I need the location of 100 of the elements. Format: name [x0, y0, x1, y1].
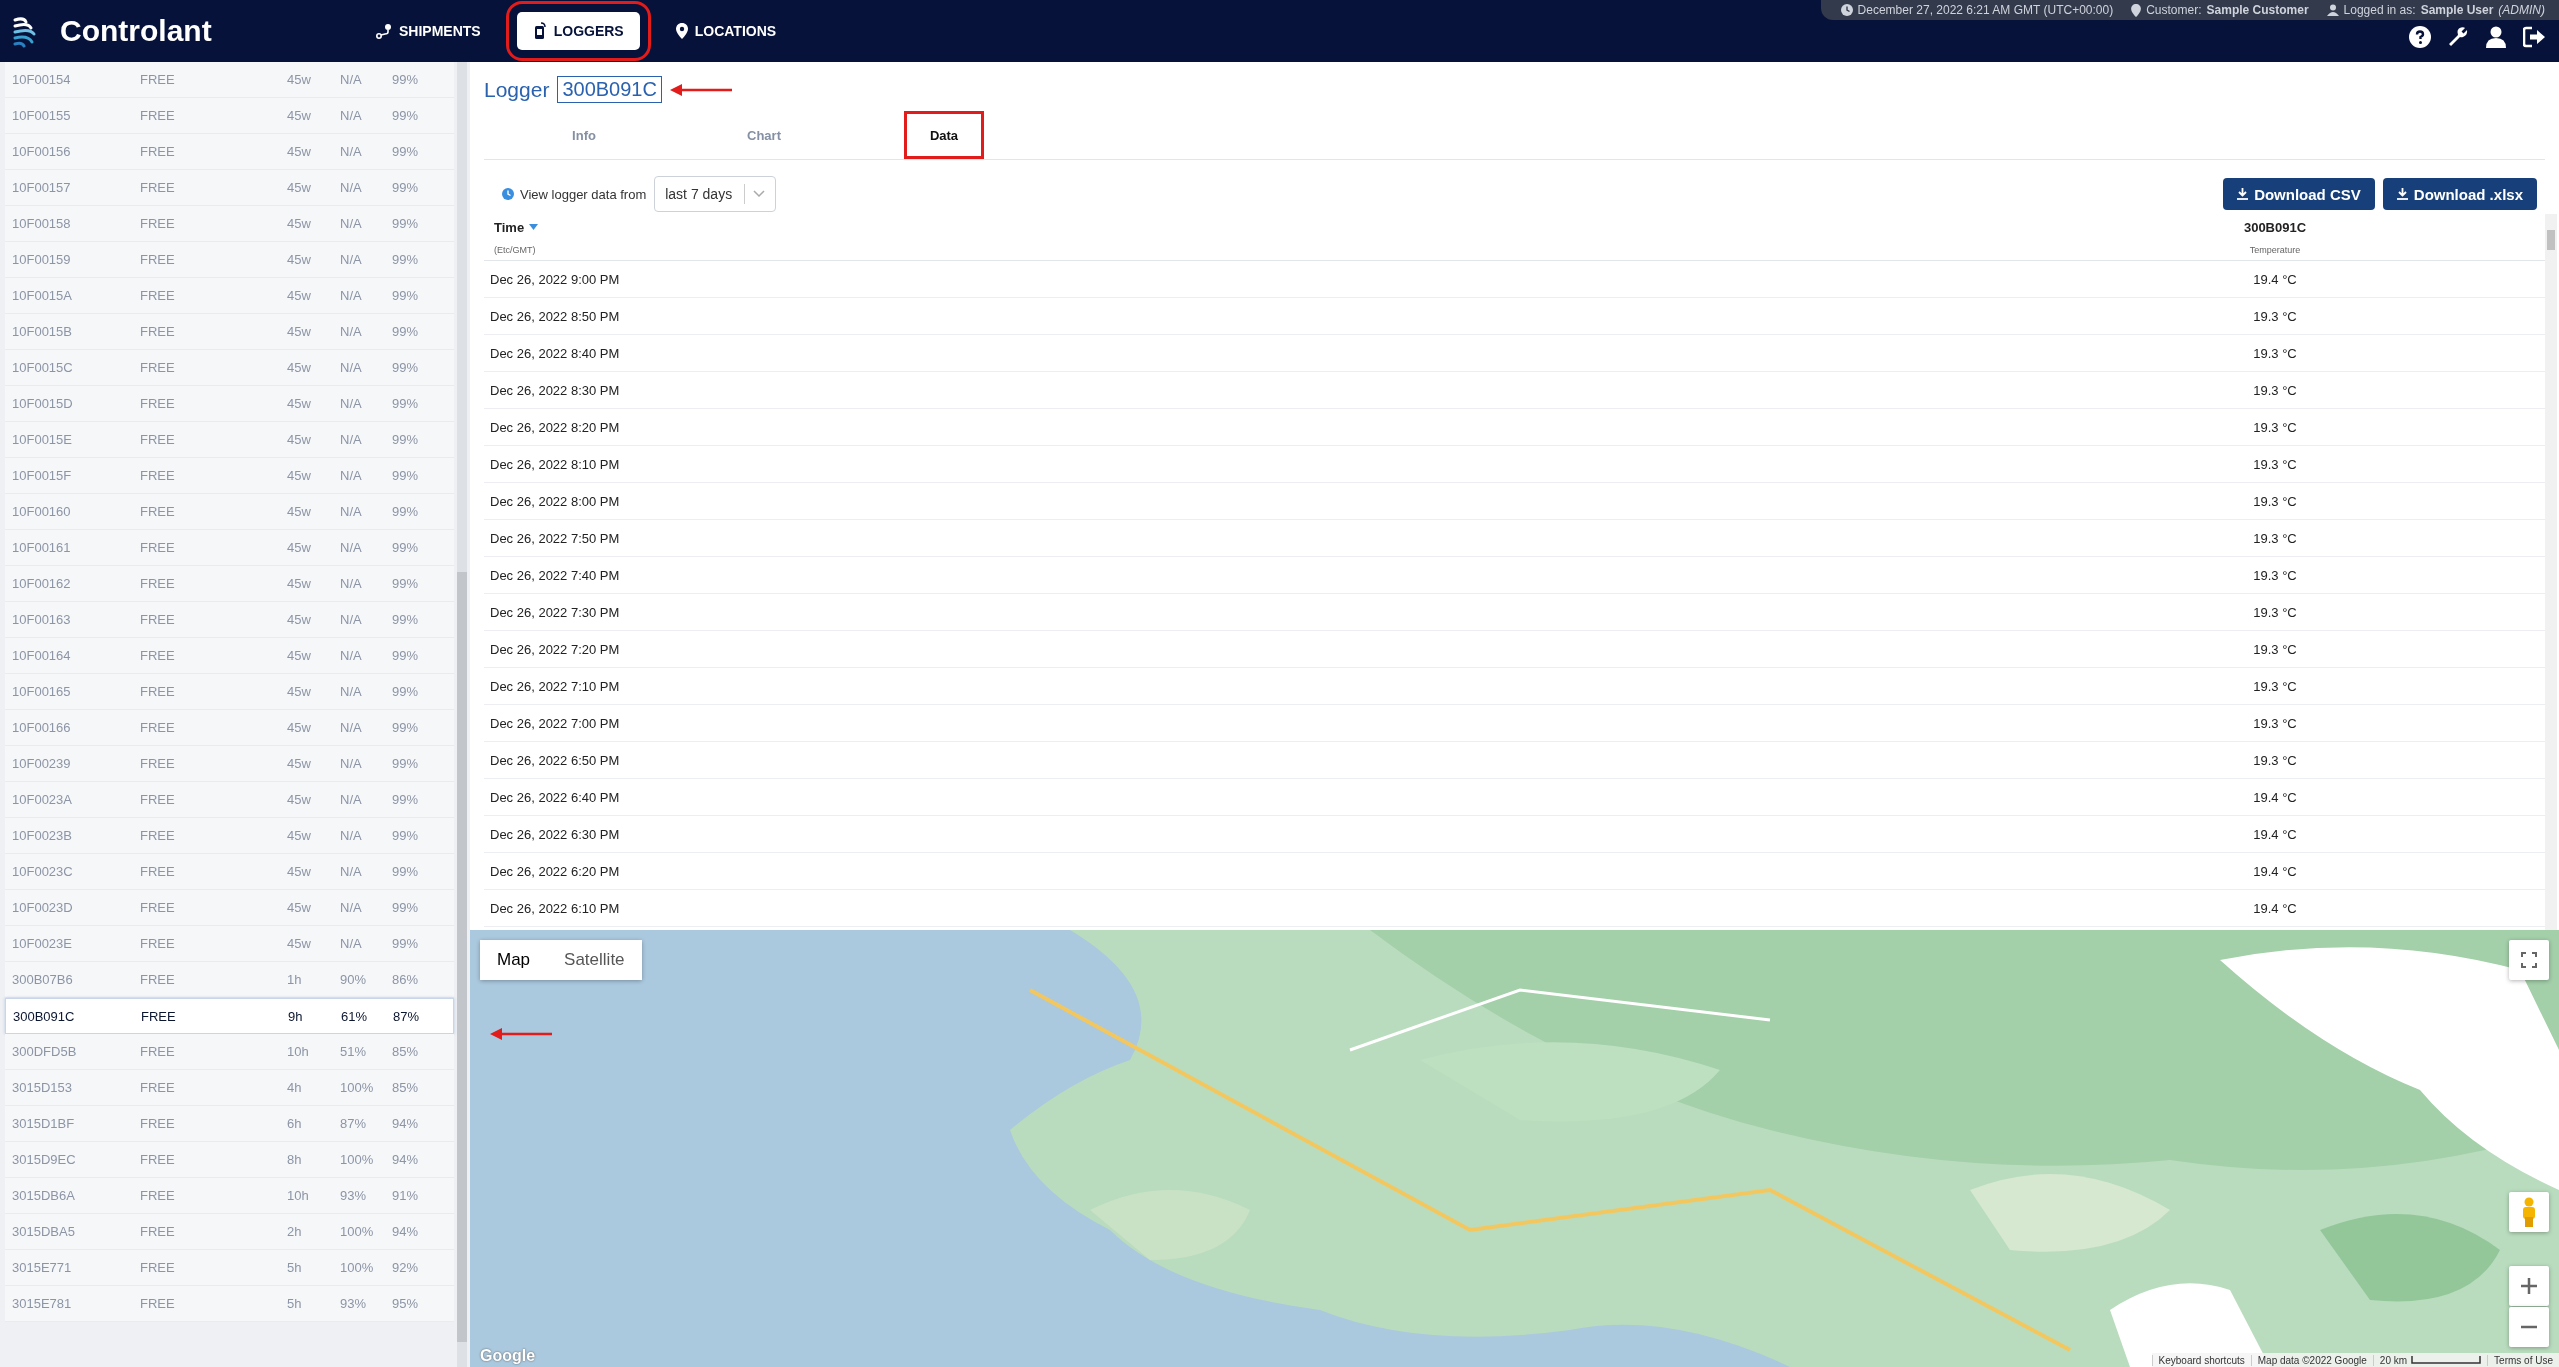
logger-row[interactable]: 3015E771 FREE 5h 100% 92% — [5, 1250, 454, 1286]
map-footer-link[interactable]: Terms of Use — [2487, 1354, 2559, 1366]
tab[interactable]: Info — [494, 111, 674, 159]
logger-row[interactable]: 300DFD5B FREE 10h 51% 85% — [5, 1034, 454, 1070]
nav-tab[interactable]: LOCATIONS — [659, 12, 793, 50]
table-cell-text: 19.3 °C — [2252, 641, 2298, 657]
logger-id: 3015DBA5 — [12, 1224, 76, 1239]
column-header[interactable]: Time — [494, 219, 2195, 235]
table-cell-text: 10h — [287, 1188, 310, 1203]
logger-row[interactable]: 10F00157 FREE 45w N/A 99% — [5, 170, 454, 206]
table-cell-text: N/A — [340, 468, 363, 483]
zoom-in-button[interactable] — [2509, 1266, 2549, 1306]
table-cell-text: 19.3 °C — [2252, 752, 2298, 768]
clock-icon — [502, 188, 514, 200]
logger-row[interactable]: 10F0023E FREE 45w N/A 99% — [5, 926, 454, 962]
logger-row[interactable]: 10F00163 FREE 45w N/A 99% — [5, 602, 454, 638]
date-time: December 27, 2022 6:21 AM GMT (UTC+00:00) — [1840, 3, 2114, 17]
tab[interactable]: Chart — [674, 111, 854, 159]
logger-row[interactable]: 300B091C FREE 9h 61% 87% — [5, 998, 454, 1034]
logger-status: FREE — [140, 1188, 176, 1203]
logger-row[interactable]: 10F0015C FREE 45w N/A 99% — [5, 350, 454, 386]
logger-row[interactable]: 3015E781 FREE 5h 93% 95% — [5, 1286, 454, 1322]
logger-row[interactable]: 10F00165 FREE 45w N/A 99% — [5, 674, 454, 710]
logout-icon[interactable] — [2523, 26, 2547, 48]
scale-bar: 20 km — [2372, 1354, 2488, 1366]
fullscreen-icon — [2521, 952, 2537, 968]
logger-id: 3015D9EC — [12, 1152, 77, 1167]
wrench-icon[interactable] — [2447, 26, 2469, 48]
table-cell-text: 99% — [392, 684, 420, 699]
scrollbar[interactable] — [457, 62, 467, 1367]
logger-row[interactable]: 10F0023D FREE 45w N/A 99% — [5, 890, 454, 926]
map-footer-link[interactable]: Keyboard shortcuts — [2151, 1354, 2251, 1366]
logger-status: FREE — [140, 1224, 176, 1239]
help-icon[interactable] — [2409, 26, 2431, 48]
table-cell-text: 100% — [340, 1224, 375, 1239]
table-cell-text: 99% — [392, 288, 420, 303]
logger-status: FREE — [140, 360, 176, 375]
logger-status: FREE — [140, 396, 176, 411]
table-cell-text: 100% — [340, 1260, 375, 1275]
table-cell-text: 45w — [287, 936, 312, 951]
logger-row[interactable]: 10F0023A FREE 45w N/A 99% — [5, 782, 454, 818]
logger-row[interactable]: 3015D9EC FREE 8h 100% 94% — [5, 1142, 454, 1178]
table-cell-text: N/A — [340, 252, 363, 267]
logger-row[interactable]: 10F0015A FREE 45w N/A 99% — [5, 278, 454, 314]
logger-row[interactable]: 10F00166 FREE 45w N/A 99% — [5, 710, 454, 746]
logger-row[interactable]: 10F00155 FREE 45w N/A 99% — [5, 98, 454, 134]
logger-status: FREE — [140, 1260, 176, 1275]
logger-row[interactable]: 3015D153 FREE 4h 100% 85% — [5, 1070, 454, 1106]
logger-row[interactable]: 10F00164 FREE 45w N/A 99% — [5, 638, 454, 674]
logger-row[interactable]: 10F00239 FREE 45w N/A 99% — [5, 746, 454, 782]
table-cell-text: N/A — [340, 432, 363, 447]
logger-row[interactable]: 10F0015D FREE 45w N/A 99% — [5, 386, 454, 422]
map-footer-link[interactable]: Map data ©2022 Google — [2250, 1354, 2373, 1366]
table-cell-text: N/A — [340, 360, 363, 375]
table-cell-text: N/A — [340, 504, 363, 519]
scrollbar[interactable] — [2545, 214, 2557, 930]
table-cell-text: 19.4 °C — [2252, 826, 2298, 842]
logger-row[interactable]: 3015DBA5 FREE 2h 100% 94% — [5, 1214, 454, 1250]
table-cell-text: 99% — [392, 216, 420, 231]
logger-row[interactable]: 10F0023B FREE 45w N/A 99% — [5, 818, 454, 854]
table-cell-text: 19.3 °C — [2252, 419, 2298, 435]
table-cell-text: 45w — [287, 504, 312, 519]
logger-row[interactable]: 10F0015B FREE 45w N/A 99% — [5, 314, 454, 350]
map-type-button[interactable]: Map — [480, 940, 548, 980]
table-cell-text: 45w — [287, 900, 312, 915]
nav-tab[interactable]: SHIPMENTS — [360, 12, 497, 50]
logger-id: 10F00166 — [12, 720, 72, 735]
table-cell-text: Dec 26, 2022 8:40 PM — [489, 345, 621, 361]
logger-row[interactable]: 3015DB6A FREE 10h 93% 91% — [5, 1178, 454, 1214]
table-cell-text: 6h — [287, 1116, 303, 1131]
table-cell-text: 19.4 °C — [2252, 863, 2298, 879]
logger-row[interactable]: 10F00158 FREE 45w N/A 99% — [5, 206, 454, 242]
table-cell-text: 99% — [392, 648, 420, 663]
range-dropdown[interactable]: last 7 days — [654, 176, 777, 212]
logger-row[interactable]: 300B07B6 FREE 1h 90% 86% — [5, 962, 454, 998]
download-button[interactable]: Download .xlsx — [2382, 178, 2537, 210]
table-cell-text: 99% — [392, 900, 420, 915]
logger-status: FREE — [140, 72, 176, 87]
logger-row[interactable]: 10F0015F FREE 45w N/A 99% — [5, 458, 454, 494]
logger-row[interactable]: 10F00162 FREE 45w N/A 99% — [5, 566, 454, 602]
fullscreen-button[interactable] — [2509, 940, 2549, 980]
table-cell-text: 94% — [392, 1116, 420, 1131]
logger-row[interactable]: 10F0023C FREE 45w N/A 99% — [5, 854, 454, 890]
logger-id: 10F00160 — [12, 504, 72, 519]
map-type-button[interactable]: Satellite — [547, 940, 642, 980]
tab[interactable]: Data — [904, 111, 984, 159]
user-icon[interactable] — [2485, 26, 2507, 48]
logger-status: FREE — [140, 756, 176, 771]
logger-status: FREE — [140, 684, 176, 699]
table-cell-text: Dec 26, 2022 6:30 PM — [489, 826, 621, 842]
logger-row[interactable]: 10F0015E FREE 45w N/A 99% — [5, 422, 454, 458]
download-button[interactable]: Download CSV — [2223, 178, 2375, 210]
logger-row[interactable]: 10F00159 FREE 45w N/A 99% — [5, 242, 454, 278]
logger-row[interactable]: 3015D1BF FREE 6h 87% 94% — [5, 1106, 454, 1142]
nav-tab[interactable]: LOGGERS — [516, 12, 640, 50]
logger-row[interactable]: 10F00154 FREE 45w N/A 99% — [5, 62, 454, 98]
logger-row[interactable]: 10F00160 FREE 45w N/A 99% — [5, 494, 454, 530]
logger-row[interactable]: 10F00161 FREE 45w N/A 99% — [5, 530, 454, 566]
table-cell-text: 99% — [392, 72, 420, 87]
logger-row[interactable]: 10F00156 FREE 45w N/A 99% — [5, 134, 454, 170]
